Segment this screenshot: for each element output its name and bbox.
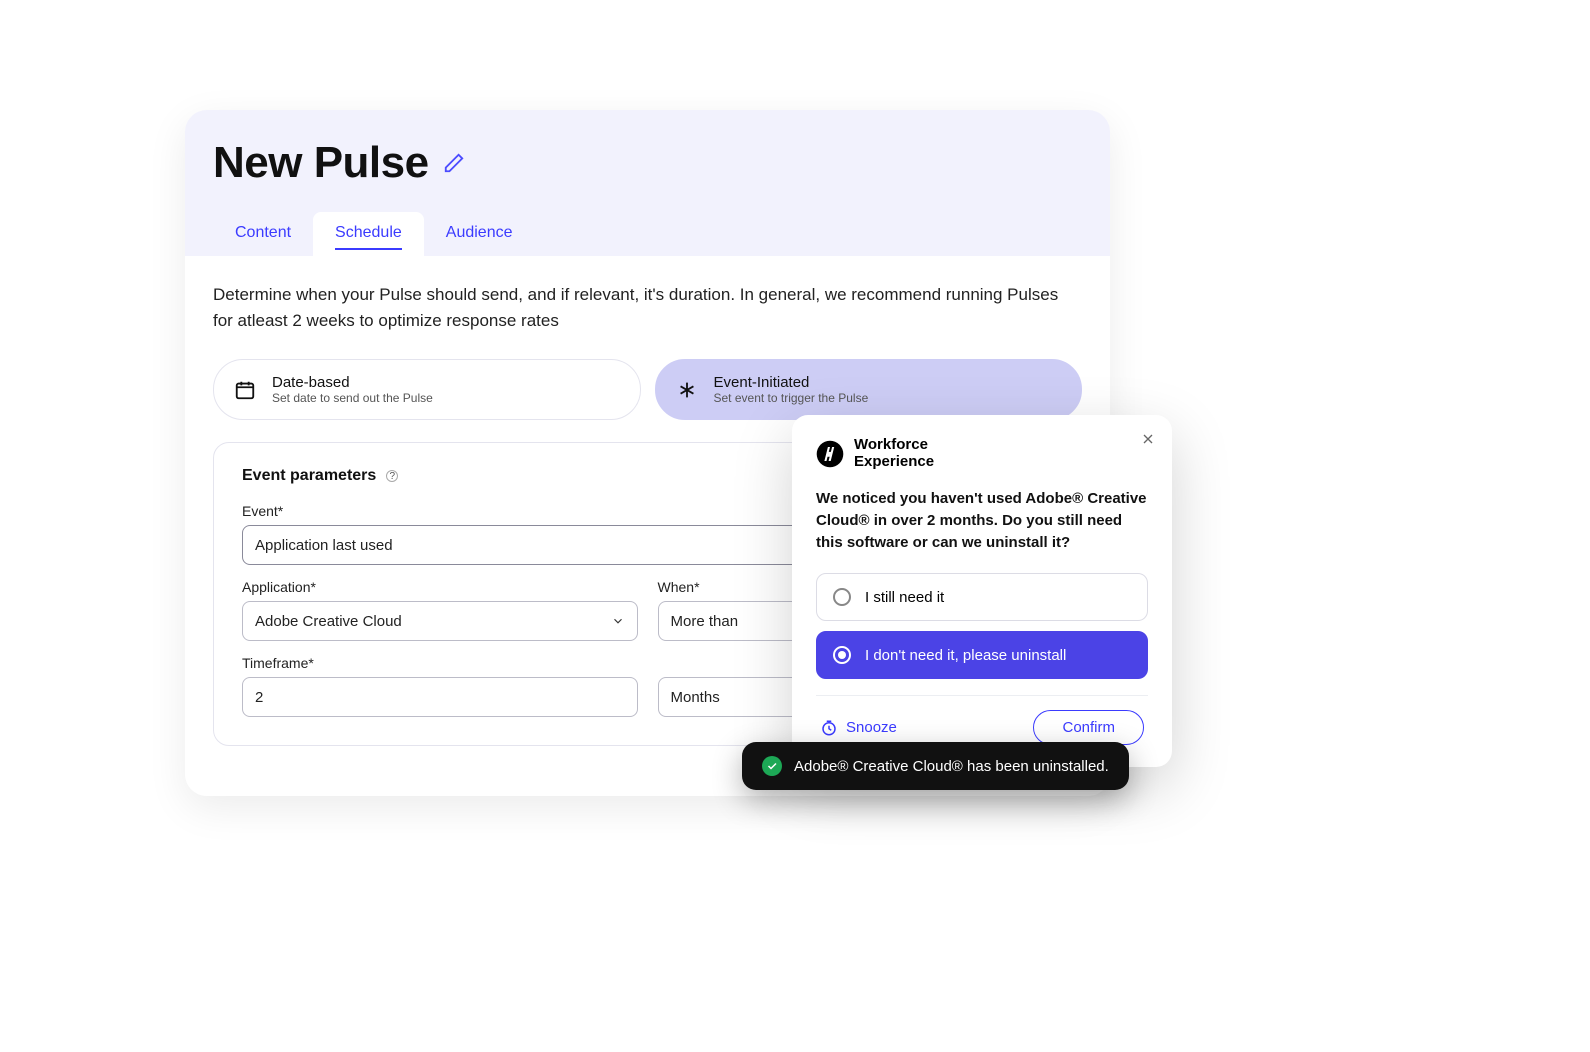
close-icon[interactable] [1140, 431, 1156, 447]
mode-date-title: Date-based [272, 374, 433, 391]
tab-content[interactable]: Content [213, 212, 313, 256]
tabs: Content Schedule Audience [213, 212, 1082, 256]
application-label: Application* [242, 579, 638, 595]
field-timeframe: Timeframe* 2 [242, 655, 638, 717]
help-icon[interactable]: ? [386, 470, 398, 482]
confirm-button[interactable]: Confirm [1033, 710, 1144, 745]
calendar-icon [234, 379, 256, 401]
timeframe-value: 2 [255, 689, 263, 706]
radio-icon [833, 588, 851, 606]
mode-event-title: Event-Initiated [714, 374, 869, 391]
popup-message: We noticed you haven't used Adobe® Creat… [816, 488, 1148, 553]
option-uninstall-label: I don't need it, please uninstall [865, 647, 1066, 664]
snooze-label: Snooze [846, 719, 897, 736]
timeframe-input[interactable]: 2 [242, 677, 638, 717]
params-section-title: Event parameters [242, 467, 376, 485]
option-still-need-label: I still need it [865, 589, 944, 606]
schedule-description: Determine when your Pulse should send, a… [213, 282, 1073, 333]
mode-event-initiated[interactable]: Event-Initiated Set event to trigger the… [655, 359, 1083, 420]
tab-schedule[interactable]: Schedule [313, 212, 424, 256]
mode-date-subtitle: Set date to send out the Pulse [272, 391, 433, 405]
page-title: New Pulse [213, 138, 429, 188]
mode-date-based[interactable]: Date-based Set date to send out the Puls… [213, 359, 641, 420]
option-still-need[interactable]: I still need it [816, 573, 1148, 621]
application-value: Adobe Creative Cloud [255, 613, 402, 630]
snooze-button[interactable]: Snooze [820, 719, 897, 737]
application-select[interactable]: Adobe Creative Cloud [242, 601, 638, 641]
event-value: Application last used [255, 537, 393, 554]
mode-event-subtitle: Set event to trigger the Pulse [714, 391, 869, 405]
field-application: Application* Adobe Creative Cloud [242, 579, 638, 641]
divider [816, 695, 1148, 696]
when-value: More than [671, 613, 739, 630]
check-circle-icon [762, 756, 782, 776]
asterisk-icon [676, 379, 698, 401]
chevron-down-icon [611, 614, 625, 628]
timeframe-label: Timeframe* [242, 655, 638, 671]
hp-logo-icon [816, 440, 844, 468]
mode-row: Date-based Set date to send out the Puls… [213, 359, 1082, 420]
tab-audience[interactable]: Audience [424, 212, 535, 256]
unit-value: Months [671, 689, 720, 706]
success-toast: Adobe® Creative Cloud® has been uninstal… [742, 742, 1129, 790]
brand-text: Workforce Experience [854, 437, 934, 470]
panel-header: New Pulse Content Schedule Audience [185, 110, 1110, 256]
toast-message: Adobe® Creative Cloud® has been uninstal… [794, 758, 1109, 775]
title-row: New Pulse [213, 138, 1082, 188]
clock-icon [820, 719, 838, 737]
popup-brand: Workforce Experience [816, 437, 1148, 470]
edit-icon[interactable] [443, 152, 465, 174]
uninstall-prompt-popup: Workforce Experience We noticed you have… [792, 415, 1172, 767]
radio-icon [833, 646, 851, 664]
option-uninstall[interactable]: I don't need it, please uninstall [816, 631, 1148, 679]
popup-actions: Snooze Confirm [816, 710, 1148, 745]
